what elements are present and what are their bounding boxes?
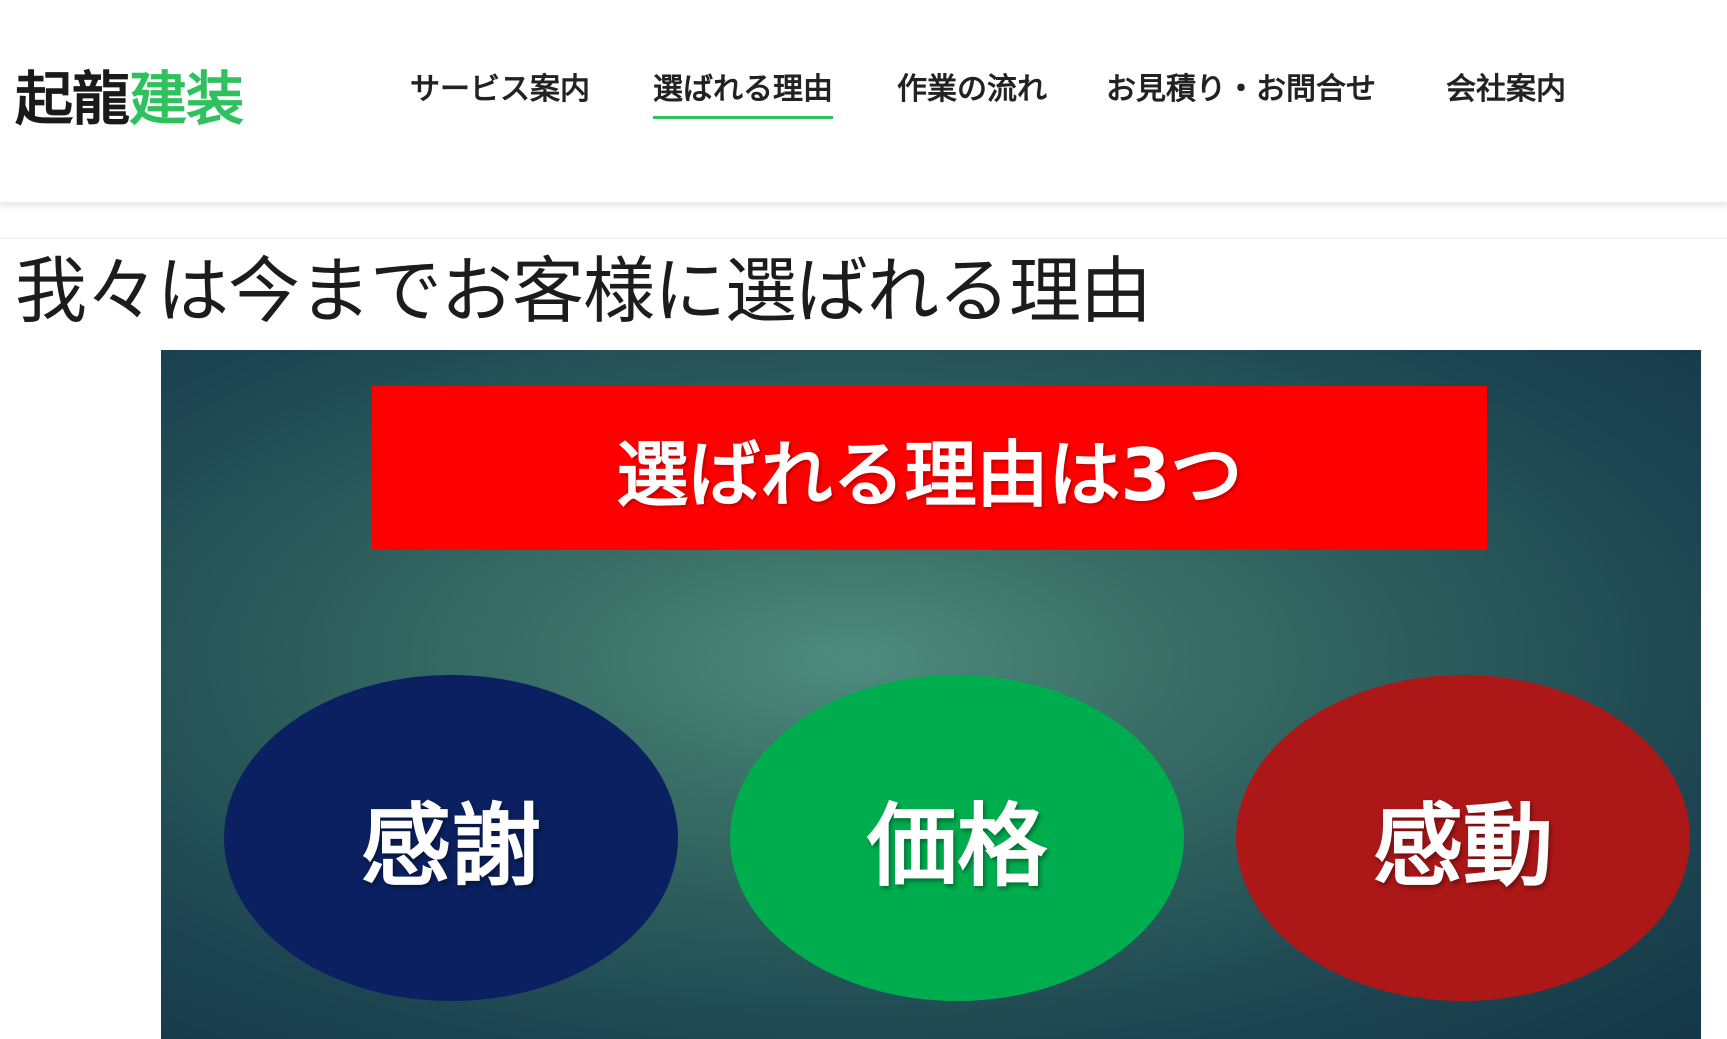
site-logo[interactable]: 起龍建装 (15, 60, 244, 138)
reasons-hero-image: 選ばれる理由は3つ 感謝 価格 感動 (161, 350, 1701, 1039)
nav-item-reasons[interactable]: 選ばれる理由 (653, 70, 833, 119)
reasons-banner-text: 選ばれる理由は3つ (616, 432, 1243, 517)
reason-label-price: 価格 (867, 794, 1047, 899)
reason-label-gratitude: 感謝 (361, 794, 541, 899)
section-divider (0, 238, 1727, 239)
site-header: 起龍建装 サービス案内 選ばれる理由 作業の流れ お見積り・お問合せ 会社案内 (0, 0, 1727, 203)
reason-oval-impression: 感動 (1236, 675, 1690, 1001)
reasons-banner: 選ばれる理由は3つ (372, 386, 1487, 550)
nav-item-workflow[interactable]: 作業の流れ (897, 70, 1047, 116)
nav-item-company[interactable]: 会社案内 (1446, 70, 1566, 116)
reason-oval-price: 価格 (730, 675, 1184, 1001)
reason-oval-gratitude: 感謝 (224, 675, 678, 1001)
page-title: 我々は今までお客様に選ばれる理由 (15, 249, 1152, 333)
nav-item-services[interactable]: サービス案内 (410, 70, 590, 116)
logo-text-primary: 起龍 (15, 65, 130, 133)
reason-label-impression: 感動 (1373, 794, 1553, 899)
logo-text-accent: 建装 (129, 65, 244, 133)
nav-item-estimate-contact[interactable]: お見積り・お問合せ (1106, 70, 1376, 116)
